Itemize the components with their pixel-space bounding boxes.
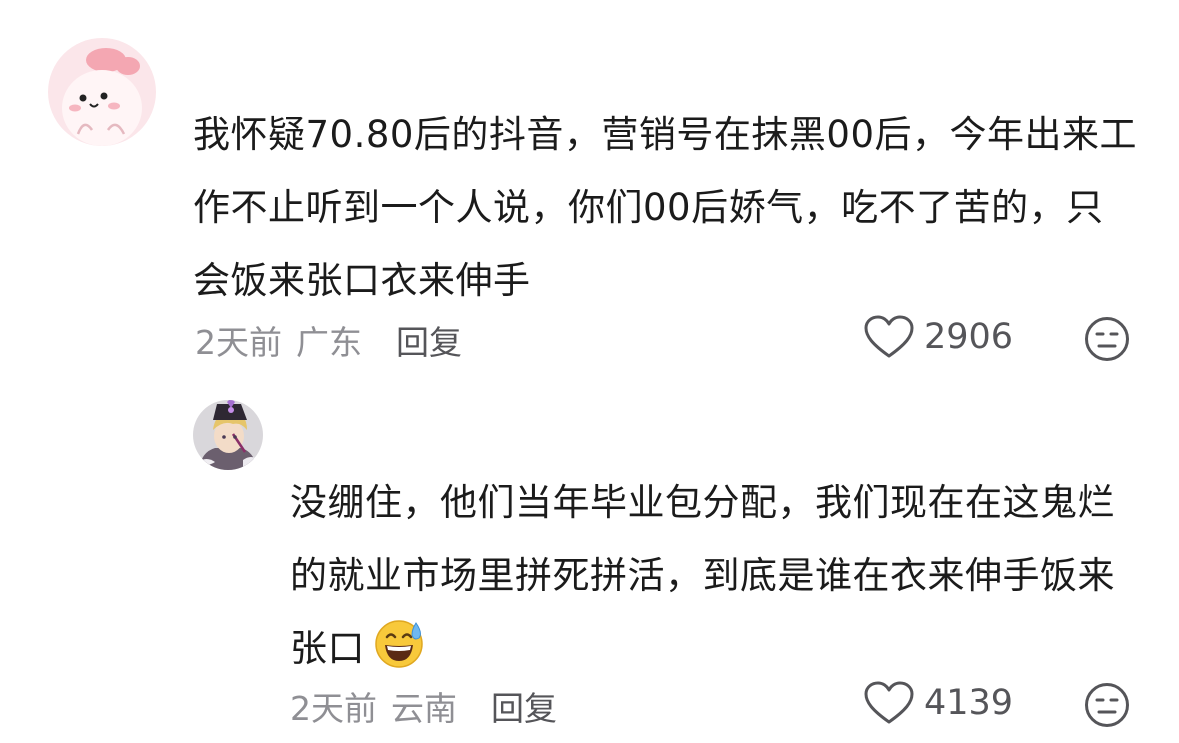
avatar[interactable] [48,38,156,146]
comment-time: 2天前 [195,323,282,362]
avatar[interactable] [193,400,263,470]
comment-meta: 2天前 广东 回复 [195,316,462,364]
heart-icon [864,681,914,725]
comment-time: 2天前 [290,689,377,728]
comment-meta: 2天前 云南 回复 [290,682,557,730]
comment-text: 没绷住，他们当年毕业包分配，我们现在在这鬼烂的就业市场里拼死拼活，到底是谁在衣来… [290,466,1140,685]
heart-icon [864,315,914,359]
like-count: 2906 [924,317,1014,357]
comment-region: 广东 [296,323,362,362]
reply-button[interactable]: 回复 [491,682,557,730]
reply-button[interactable]: 回复 [396,316,462,364]
comment-thread: 我怀疑70.80后的抖音，营销号在抹黑00后，今年出来工作不止听到一个人说，你们… [0,0,1179,743]
dislike-button[interactable] [1084,316,1130,362]
like-button[interactable]: 2906 [864,315,1013,359]
anime-character-avatar-icon [193,400,263,470]
pink-bunny-avatar-icon [48,38,156,146]
comment-region: 云南 [391,689,457,728]
like-button[interactable]: 4139 [864,681,1013,725]
comment-text: 我怀疑70.80后的抖音，营销号在抹黑00后，今年出来工作不止听到一个人说，你们… [193,113,1138,302]
dislike-button[interactable] [1084,682,1130,728]
sweat-smile-emoji-icon [373,617,425,669]
meh-face-icon [1085,317,1129,361]
like-count: 4139 [924,683,1014,723]
meh-face-icon [1085,683,1129,727]
